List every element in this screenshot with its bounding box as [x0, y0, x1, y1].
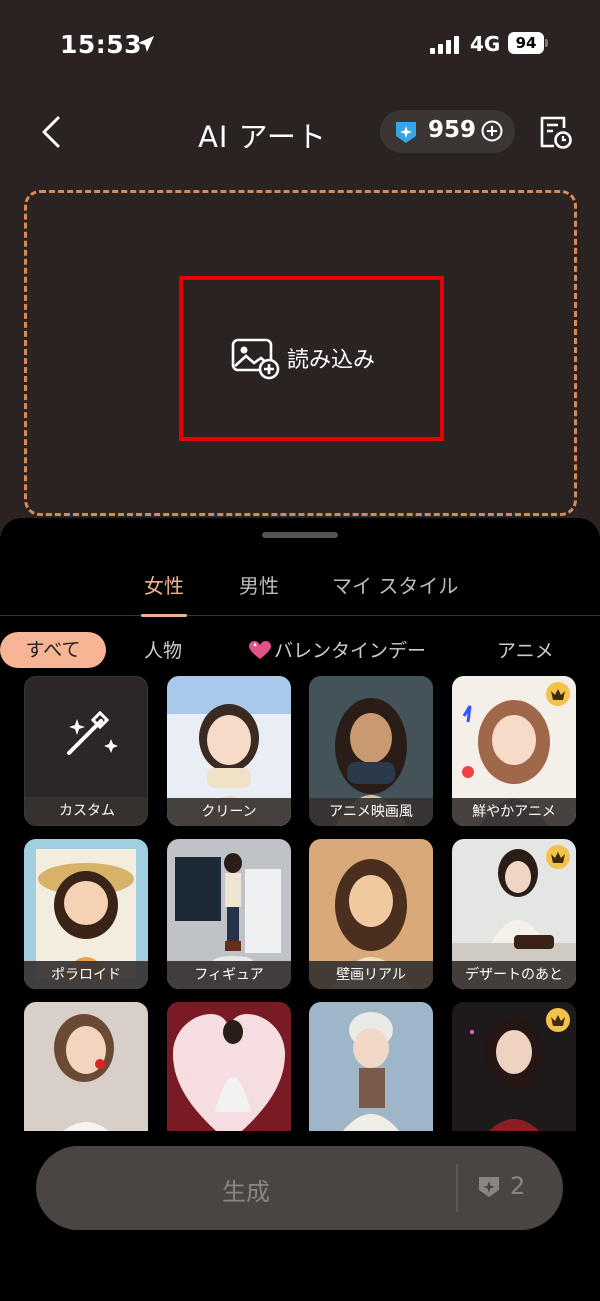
generate-button[interactable]: 生成 2 [36, 1146, 563, 1230]
chip-person[interactable]: 人物 [144, 636, 182, 663]
credit-count: 959 [428, 117, 477, 143]
style-label: カスタム [25, 797, 147, 825]
style-card-mural-real[interactable]: 壁画リアル [309, 839, 433, 989]
credits-badge[interactable]: 959 [380, 110, 515, 153]
style-card[interactable] [452, 1002, 576, 1131]
generate-label: 生成 [222, 1178, 270, 1206]
tab-my-style[interactable]: マイ スタイル [332, 570, 458, 599]
import-button[interactable]: 読み込み [179, 276, 444, 441]
location-arrow-icon [138, 36, 154, 52]
premium-crown-icon [546, 845, 570, 869]
style-label: クリーン [167, 798, 291, 826]
style-thumbnail [309, 1002, 433, 1131]
style-label: フィギュア [167, 961, 291, 989]
signal-icon [430, 36, 459, 54]
active-tab-indicator [141, 614, 187, 617]
style-label: 壁画リアル [309, 961, 433, 989]
style-card-clean[interactable]: クリーン [167, 676, 291, 826]
image-add-icon [231, 338, 280, 380]
sheet-handle[interactable] [262, 532, 338, 538]
add-credits-icon[interactable] [481, 120, 503, 142]
chip-valentine[interactable]: バレンタインデー [248, 636, 426, 663]
style-label: デザートのあと [452, 961, 576, 989]
premium-crown-icon [546, 682, 570, 706]
style-grid: カスタム クリーン アニメ映画風 鮮やかアニメ ポラロイド フィギュア 壁画リア… [0, 676, 600, 1131]
battery-level: 94 [508, 32, 544, 54]
style-card-vivid-anime[interactable]: 鮮やかアニメ [452, 676, 576, 826]
network-type: 4G [470, 32, 501, 56]
style-sheet: 女性 男性 マイ スタイル すべて 人物 バレンタインデー アニメ カスタム ク… [0, 518, 600, 1301]
gem-icon [479, 1177, 499, 1197]
tab-female[interactable]: 女性 [144, 570, 184, 599]
chip-anime[interactable]: アニメ [497, 636, 554, 663]
style-card[interactable] [309, 1002, 433, 1131]
premium-crown-icon [546, 1008, 570, 1032]
style-card-polaroid[interactable]: ポラロイド [24, 839, 148, 989]
battery-icon: 94 [508, 32, 548, 54]
style-label: 鮮やかアニメ [452, 798, 576, 826]
style-card-figure[interactable]: フィギュア [167, 839, 291, 989]
category-chips: すべて 人物 バレンタインデー アニメ [0, 632, 600, 672]
gem-icon [396, 122, 416, 143]
style-label: アニメ映画風 [309, 798, 433, 826]
generate-cost: 2 [510, 1172, 526, 1200]
style-label: ポラロイド [24, 961, 148, 989]
history-icon[interactable] [538, 114, 572, 150]
style-card-after-dessert[interactable]: デザートのあと [452, 839, 576, 989]
tab-male[interactable]: 男性 [239, 570, 279, 599]
style-card-custom[interactable]: カスタム [24, 676, 148, 826]
divider [456, 1164, 458, 1212]
style-card[interactable] [24, 1002, 148, 1131]
sparkling-heart-icon [249, 641, 271, 659]
style-card[interactable] [167, 1002, 291, 1131]
style-card-anime-movie[interactable]: アニメ映画風 [309, 676, 433, 826]
style-thumbnail [167, 1002, 291, 1131]
gender-tabs: 女性 男性 マイ スタイル [0, 570, 600, 617]
import-label: 読み込み [287, 348, 376, 373]
style-thumbnail [24, 1002, 148, 1131]
status-bar: 15:53 4G 94 [0, 28, 600, 64]
top-panel: 15:53 4G 94 AI アート 959 読み込み [0, 0, 600, 540]
chip-all[interactable]: すべて [0, 632, 106, 668]
chip-valentine-label: バレンタインデー [274, 640, 427, 662]
status-time: 15:53 [60, 30, 143, 59]
